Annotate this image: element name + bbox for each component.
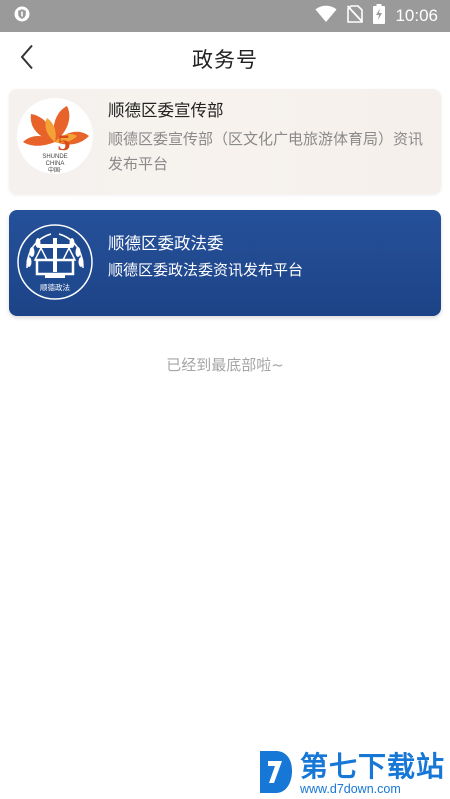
orange-flower-logo-icon: 5 SHUNDE CHINA 中国· [17,98,93,174]
svg-text:SHUNDE: SHUNDE [42,154,67,160]
justice-scale-logo-icon: 顺德政法 [17,224,93,300]
svg-text:5: 5 [57,131,71,155]
chevron-left-icon [20,44,34,74]
status-left [14,6,30,26]
card-text: 顺德区委政法委 顺德区委政法委资讯发布平台 [108,232,429,283]
page-title: 政务号 [192,48,258,72]
no-sim-icon [347,5,364,27]
watermark-text: 第七下载站 www.d7down.com [300,749,446,796]
card-description: 顺德区委政法委资讯发布平台 [108,261,304,279]
card-description: 顺德区委宣传部（区文化广电旅游体育局）资讯发布平台 [108,130,424,173]
card-text: 顺德区委宣传部 顺德区委宣传部（区文化广电旅游体育局）资讯发布平台 [108,99,429,177]
shield-icon [14,6,30,26]
d7-logo-icon [256,749,294,799]
account-card-propaganda[interactable]: 5 SHUNDE CHINA 中国· 顺德区委宣传部 顺德区委宣传部（区文化广电… [9,89,441,194]
card-title: 顺德区委宣传部 [108,101,224,120]
nav-bar: 政务号 [0,32,450,86]
watermark: 第七下载站 www.d7down.com [256,748,450,799]
watermark-url: www.d7down.com [300,781,401,796]
card-title: 顺德区委政法委 [108,234,224,253]
wifi-icon [315,5,337,27]
status-time: 10:06 [395,6,438,25]
svg-text:顺德政法: 顺德政法 [40,282,70,292]
account-card-politics-law[interactable]: 顺德政法 顺德区委政法委 顺德区委政法委资讯发布平台 [9,210,441,316]
battery-charging-icon [373,4,386,28]
end-of-list-text: 已经到最底部啦~ [166,356,284,374]
back-button[interactable] [10,42,44,76]
svg-text:中国·: 中国· [48,166,62,174]
watermark-main: 第七下载站 [300,749,446,783]
status-right: 10:06 [315,4,438,28]
status-bar: 10:06 [0,0,450,32]
